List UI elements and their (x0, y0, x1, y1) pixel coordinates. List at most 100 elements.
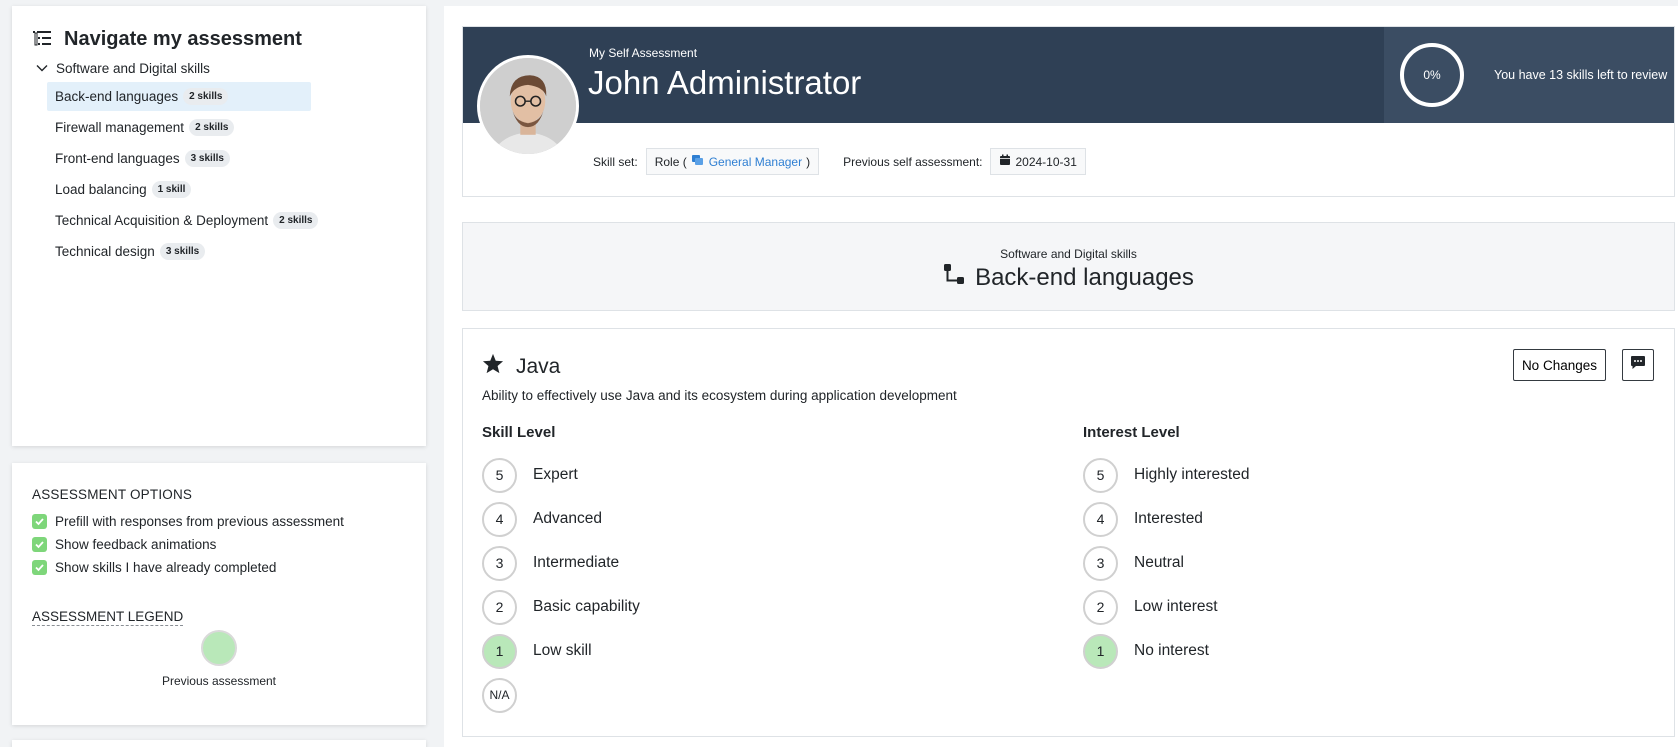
no-changes-button[interactable]: No Changes (1512, 349, 1606, 381)
option-feedback-animations[interactable]: Show feedback animations (32, 537, 406, 552)
skill-count-badge: 3 skills (159, 243, 206, 260)
nav-item-label: Front-end languages (55, 151, 180, 166)
option-prefill[interactable]: Prefill with responses from previous ass… (32, 514, 406, 529)
level-circle-previous[interactable]: 1 (1083, 633, 1118, 669)
navigation-title-text: Navigate my assessment (64, 28, 302, 50)
level-circle[interactable]: 2 (1083, 589, 1118, 625)
level-label: No interest (1134, 642, 1209, 659)
checkbox-checked-icon[interactable] (32, 560, 47, 575)
previous-assessment-date-box: 2024-10-31 (990, 148, 1086, 175)
skill-count-badge: 3 skills (184, 150, 230, 167)
skill-level-column: Skill Level 5 Expert 4 Advanced 3 Interm… (482, 424, 882, 717)
avatar (477, 55, 579, 157)
interest-level-option-5[interactable]: 5 Highly interested (1083, 453, 1483, 497)
option-label: Show skills I have already completed (55, 560, 277, 575)
nav-item-label: Technical design (55, 244, 155, 259)
option-label: Show feedback animations (55, 537, 217, 552)
level-circle[interactable]: 3 (482, 545, 517, 581)
role-link[interactable]: General Manager (709, 155, 802, 169)
role-suffix: ) (806, 154, 811, 169)
level-circle[interactable]: 4 (482, 501, 517, 537)
calendar-icon (999, 154, 1011, 169)
nav-item-label: Technical Acquisition & Deployment (55, 213, 269, 228)
skill-set-role-box: Role ( General Manager ) (645, 148, 820, 175)
nav-item-front-end-languages[interactable]: Front-end languages 3 skills (47, 144, 311, 173)
star-icon[interactable] (482, 353, 504, 380)
category-title: Back-end languages (463, 263, 1674, 292)
assessment-options-heading: ASSESSMENT OPTIONS (32, 487, 193, 502)
list-tree-icon (32, 30, 54, 50)
level-label: Neutral (1134, 554, 1184, 571)
avatar-portrait-icon (480, 58, 576, 154)
interest-level-option-2[interactable]: 2 Low interest (1083, 585, 1483, 629)
skill-level-option-5[interactable]: 5 Expert (482, 453, 882, 497)
comment-button[interactable] (1622, 349, 1654, 381)
category-header-card: Software and Digital skills Back-end lan… (462, 222, 1675, 311)
profile-name: John Administrator (588, 64, 862, 101)
skill-level-option-na[interactable]: N/A (482, 673, 882, 717)
level-circle-previous[interactable]: 1 (482, 633, 517, 669)
nav-item-back-end-languages[interactable]: Back-end languages 2 skills (47, 82, 311, 111)
level-label: Intermediate (533, 554, 620, 571)
skill-level-option-4[interactable]: 4 Advanced (482, 497, 882, 541)
level-label: Low interest (1134, 598, 1218, 615)
skill-set-label: Skill set: (593, 154, 638, 169)
flow-connector-icon (943, 263, 965, 292)
nav-item-load-balancing[interactable]: Load balancing 1 skill (47, 175, 311, 204)
previous-assessment-date: 2024-10-31 (1015, 154, 1077, 169)
nav-item-label: Load balancing (55, 182, 147, 197)
level-circle[interactable]: 5 (1083, 457, 1118, 493)
skill-level-option-3[interactable]: 3 Intermediate (482, 541, 882, 585)
legend-previous-assessment: Previous assessment (32, 630, 406, 688)
checkbox-checked-icon[interactable] (32, 514, 47, 529)
navigation-title: Navigate my assessment (32, 28, 406, 51)
legend-previous-circle (201, 630, 237, 666)
assessment-legend-heading: ASSESSMENT LEGEND (32, 609, 184, 626)
role-prefix: Role ( (654, 154, 687, 169)
progress-text: You have 13 skills left to review (1494, 68, 1668, 82)
option-show-completed[interactable]: Show skills I have already completed (32, 560, 406, 575)
nav-item-label: Back-end languages (55, 89, 179, 104)
navigation-panel: Navigate my assessment Software and Digi… (12, 6, 426, 446)
skill-level-option-1[interactable]: 1 Low skill (482, 629, 882, 673)
skill-count-badge: 2 skills (183, 88, 229, 105)
skill-count-badge: 1 skill (151, 181, 192, 198)
nav-item-firewall-management[interactable]: Firewall management 2 skills (47, 113, 311, 142)
chevron-down-icon (36, 62, 50, 76)
skill-header: Java (482, 353, 560, 380)
nav-item-technical-acquisition[interactable]: Technical Acquisition & Deployment 2 ski… (47, 206, 326, 235)
level-circle[interactable]: 2 (482, 589, 517, 625)
level-label: Basic capability (533, 598, 640, 615)
nav-group-label: Software and Digital skills (56, 61, 210, 76)
interest-level-option-1[interactable]: 1 No interest (1083, 629, 1483, 673)
nav-item-label: Firewall management (55, 120, 185, 135)
level-label: Highly interested (1134, 466, 1250, 483)
skill-name: Java (516, 354, 561, 378)
interest-level-option-4[interactable]: 4 Interested (1083, 497, 1483, 541)
profile-meta-row: Skill set: Role ( General Manager ) Prev… (593, 148, 1086, 175)
profile-subtitle: My Self Assessment (589, 46, 698, 60)
interest-level-option-3[interactable]: 3 Neutral (1083, 541, 1483, 585)
role-group-icon (691, 154, 705, 169)
comment-icon (1630, 355, 1646, 375)
level-circle[interactable]: 5 (482, 457, 517, 493)
level-circle[interactable]: 3 (1083, 545, 1118, 581)
level-label: Interested (1134, 510, 1203, 527)
level-circle-na[interactable]: N/A (482, 677, 517, 713)
nav-skill-list: Back-end languages 2 skills Firewall man… (47, 82, 406, 266)
checkbox-checked-icon[interactable] (32, 537, 47, 552)
option-label: Prefill with responses from previous ass… (55, 514, 344, 529)
level-circle[interactable]: 4 (1083, 501, 1118, 537)
level-label: Low skill (533, 642, 592, 659)
skill-count-badge: 2 skills (189, 119, 235, 136)
category-parent: Software and Digital skills (1000, 247, 1137, 261)
nav-group-software-digital[interactable]: Software and Digital skills (36, 61, 406, 76)
skill-count-badge: 2 skills (273, 212, 319, 229)
skill-card-java: Java Ability to effectively use Java and… (462, 328, 1675, 737)
nav-item-technical-design[interactable]: Technical design 3 skills (47, 237, 311, 266)
previous-assessment-label: Previous self assessment: (843, 154, 983, 169)
level-label: Expert (533, 466, 578, 483)
level-label: Advanced (533, 510, 602, 527)
progress-percent: 0% (1423, 68, 1441, 82)
skill-level-option-2[interactable]: 2 Basic capability (482, 585, 882, 629)
